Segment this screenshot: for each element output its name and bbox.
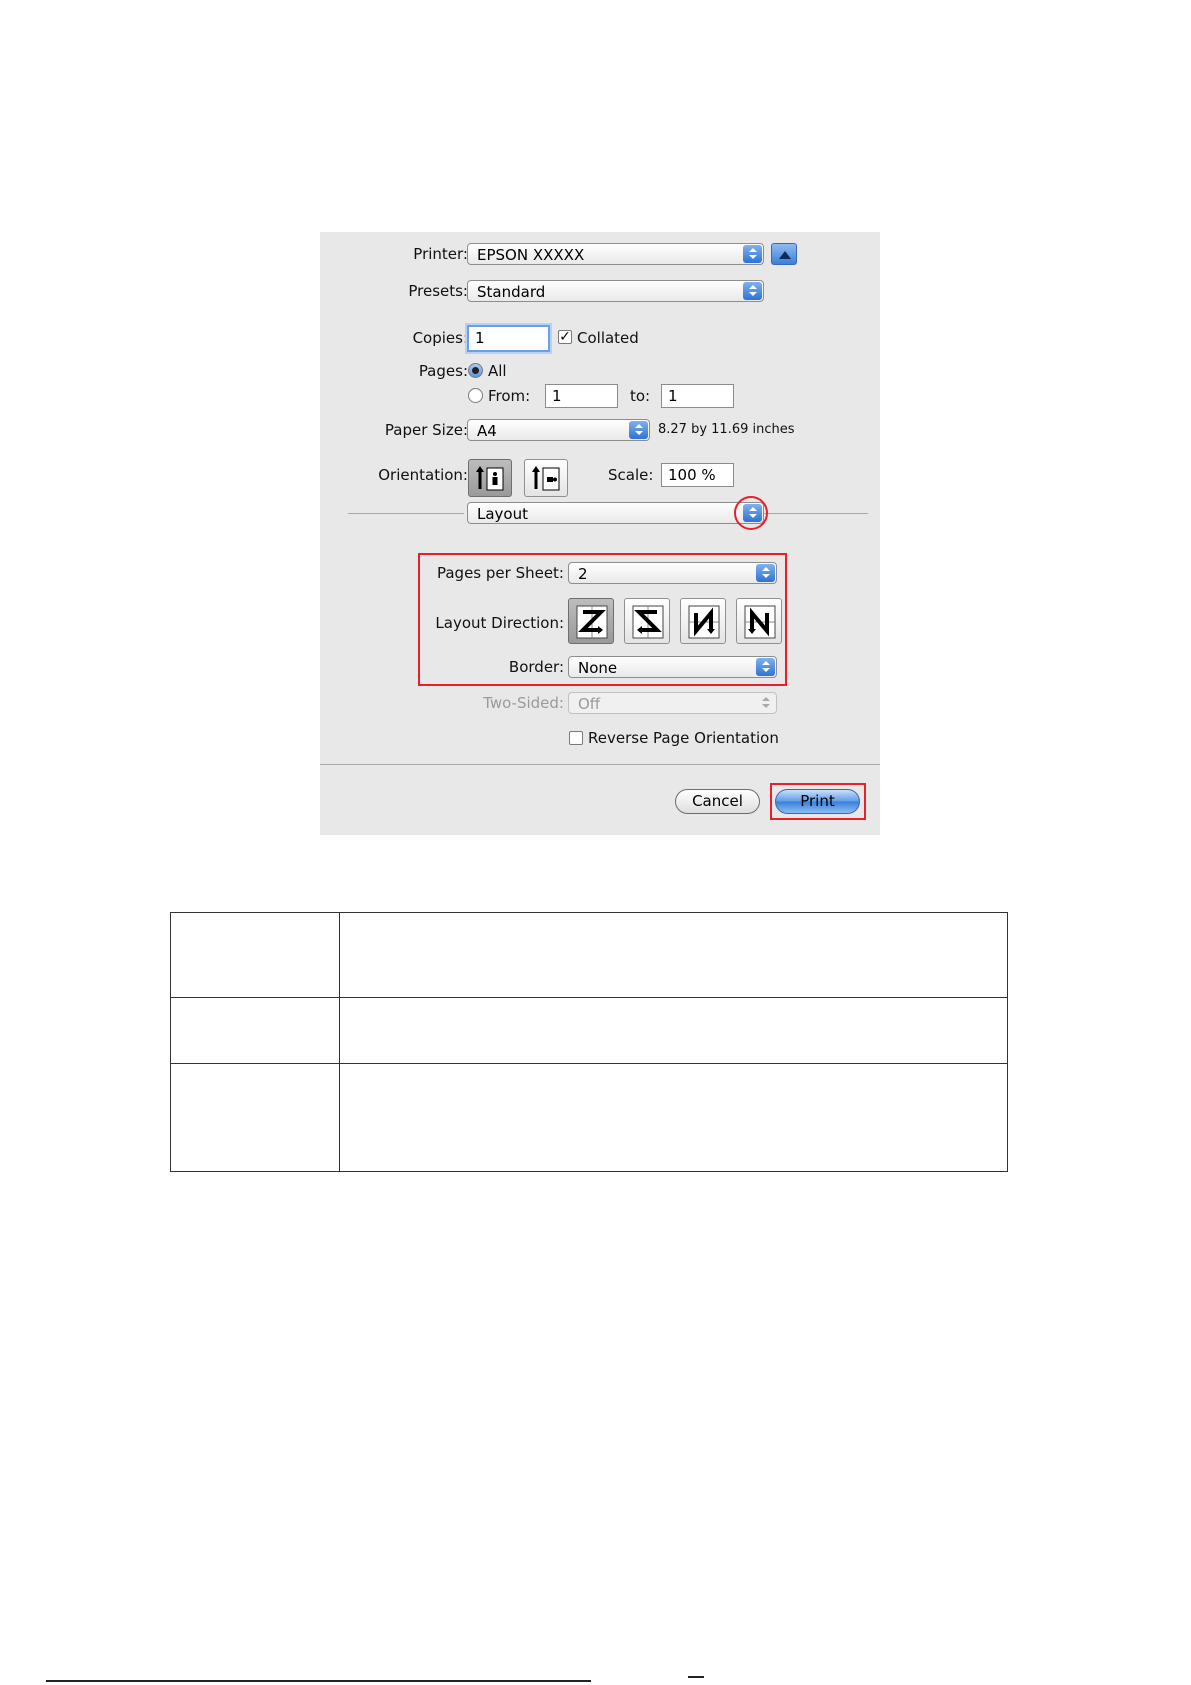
collated-checkbox[interactable]: ✓: [558, 330, 572, 344]
printer-value: EPSON XXXXX: [477, 246, 585, 264]
layout-direction-reverse-z-button[interactable]: [624, 598, 670, 644]
popup-arrows-icon: [756, 694, 775, 712]
table-row: [170, 997, 1008, 1064]
paper-size-value: A4: [477, 422, 497, 440]
footer-mark: [688, 1676, 704, 1678]
table-cell: [339, 997, 1008, 1064]
layout-direction-z-button[interactable]: [568, 598, 614, 644]
two-sided-value: Off: [578, 695, 601, 713]
collated-label: Collated: [577, 329, 639, 347]
table-cell: [170, 1063, 340, 1172]
table-row: [170, 1063, 1008, 1172]
triangle-up-icon: [779, 251, 791, 259]
table-cell: [339, 912, 1008, 998]
popup-arrows-icon: [743, 282, 762, 300]
print-dialog: Printer: EPSON XXXXX Presets: Standard C…: [320, 232, 880, 835]
border-label: Border:: [508, 658, 564, 676]
separator: [320, 764, 880, 765]
presets-label: Presets:: [408, 282, 468, 300]
scale-input[interactable]: 100 %: [661, 463, 734, 487]
two-sided-popup[interactable]: Off: [568, 692, 777, 714]
paper-size-popup[interactable]: A4: [467, 419, 650, 441]
landscape-orientation-button[interactable]: [524, 459, 568, 497]
info-table: [170, 912, 1008, 1172]
two-sided-label: Two-Sided:: [483, 694, 564, 712]
pages-to-label: to:: [630, 387, 651, 405]
table-row: [170, 912, 1008, 998]
landscape-orientation-icon: [532, 466, 560, 491]
scale-label: Scale:: [608, 466, 654, 484]
layout-direction-n-button[interactable]: [680, 598, 726, 644]
n-direction-icon: [688, 605, 720, 639]
popup-arrows-icon: [756, 564, 775, 582]
border-popup[interactable]: None: [568, 656, 777, 678]
separator: [764, 513, 868, 514]
pages-all-radio[interactable]: [468, 363, 483, 378]
reverse-orientation-checkbox[interactable]: [569, 731, 583, 745]
pages-from-radio[interactable]: [468, 388, 483, 403]
printer-popup[interactable]: EPSON XXXXX: [467, 243, 764, 265]
separator: [348, 513, 464, 514]
popup-arrows-icon: [756, 658, 775, 676]
table-cell: [170, 997, 340, 1064]
presets-popup[interactable]: Standard: [467, 280, 764, 302]
print-button-highlight: [770, 783, 866, 820]
reverse-n-direction-icon: [744, 605, 776, 639]
pages-per-sheet-value: 2: [578, 565, 588, 583]
pages-all-label: All: [488, 362, 507, 380]
reverse-orientation-label: Reverse Page Orientation: [588, 729, 779, 747]
panel-popup-highlight: [734, 496, 768, 530]
pages-per-sheet-label: Pages per Sheet:: [436, 564, 564, 582]
pages-label: Pages:: [418, 362, 468, 380]
panel-value: Layout: [477, 505, 528, 523]
expand-dialog-button[interactable]: [771, 243, 797, 265]
portrait-orientation-icon: [476, 466, 504, 491]
copies-label: Copies:: [412, 329, 468, 347]
pages-from-input[interactable]: 1: [545, 384, 618, 408]
copies-input[interactable]: 1: [467, 325, 550, 352]
panel-popup[interactable]: Layout: [467, 502, 764, 524]
pages-to-input[interactable]: 1: [661, 384, 734, 408]
popup-arrows-icon: [743, 245, 762, 263]
table-cell: [170, 912, 340, 998]
paper-size-label: Paper Size:: [384, 421, 468, 439]
paper-dimensions: 8.27 by 11.69 inches: [658, 422, 795, 437]
popup-arrows-icon: [629, 421, 648, 439]
printer-label: Printer:: [413, 245, 468, 263]
table-cell: [339, 1063, 1008, 1172]
pages-from-label: From:: [488, 387, 531, 405]
layout-direction-reverse-n-button[interactable]: [736, 598, 782, 644]
footer-rule: [46, 1680, 591, 1682]
pages-per-sheet-popup[interactable]: 2: [568, 562, 777, 584]
presets-value: Standard: [477, 283, 546, 301]
border-value: None: [578, 659, 618, 677]
z-direction-icon: [576, 605, 608, 639]
portrait-orientation-button[interactable]: [468, 459, 512, 497]
reverse-z-direction-icon: [632, 605, 664, 639]
cancel-button[interactable]: Cancel: [675, 789, 760, 814]
layout-direction-label: Layout Direction:: [435, 614, 564, 632]
orientation-label: Orientation:: [378, 466, 468, 484]
